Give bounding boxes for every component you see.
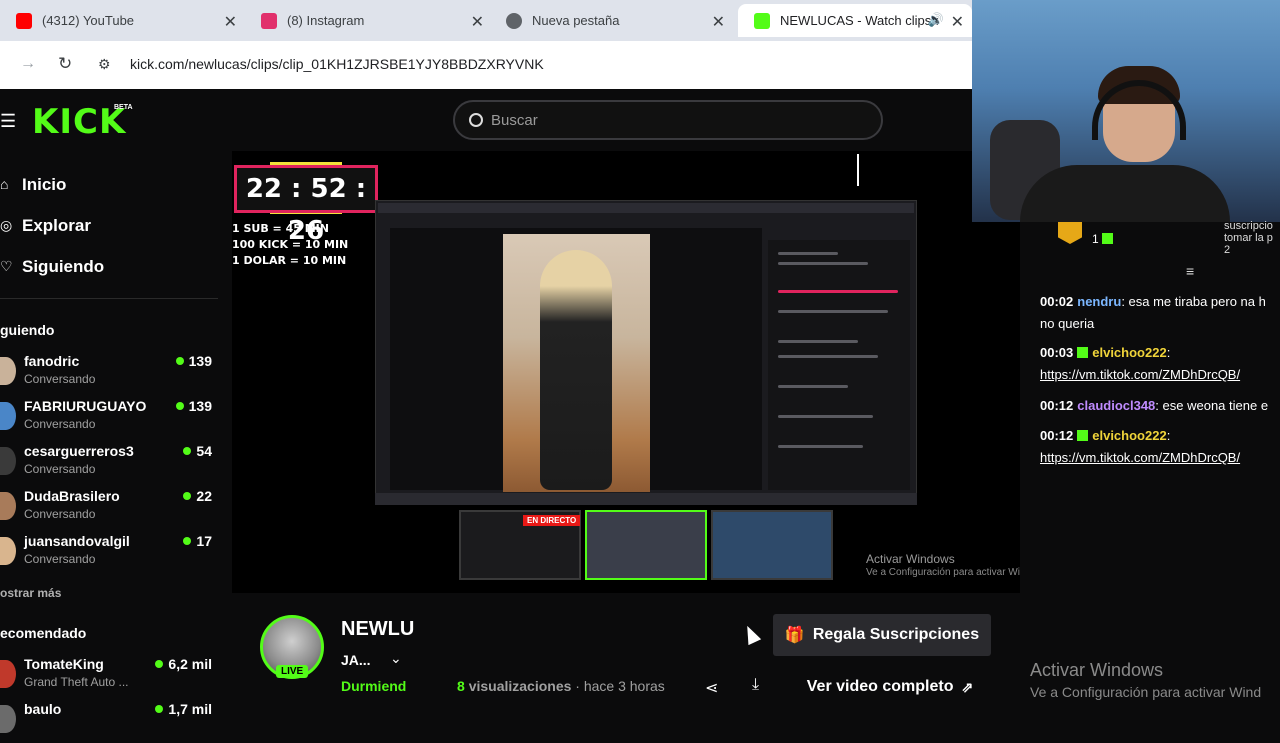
recommended-title: ecomendado <box>0 625 87 641</box>
kick-icon <box>754 12 770 29</box>
sub-badge-icon <box>1077 430 1089 441</box>
home-icon: ⌂ <box>0 176 9 192</box>
watch-full-video-button[interactable]: Ver video completo ⇗ <box>790 668 990 706</box>
mouse-cursor-icon <box>740 622 762 646</box>
compass-icon: ◎ <box>0 217 13 233</box>
windows-watermark-title: Activar Windows <box>1030 660 1164 680</box>
site-settings-icon[interactable]: ⚙ <box>98 56 111 73</box>
sub-badge-icon <box>1077 347 1089 358</box>
sidebar-divider <box>0 298 218 299</box>
screen-taskbar <box>375 493 917 505</box>
camera-thumbnail[interactable] <box>585 510 707 580</box>
webcam-body <box>1020 165 1230 222</box>
video-cursor-line <box>857 154 859 186</box>
chrome-icon <box>506 12 522 29</box>
chat-link[interactable]: https://vm.tiktok.com/ZMDhDrcQB/ <box>1040 450 1240 465</box>
category-link[interactable]: Durmiend <box>341 678 406 694</box>
live-dot-icon <box>175 357 184 365</box>
chat-pin-icon[interactable]: ≡ <box>1186 263 1194 279</box>
tab-new[interactable]: Nueva pestaña ✕ <box>490 4 733 37</box>
live-dot-icon <box>183 537 192 545</box>
video-person <box>540 250 612 490</box>
youtube-icon <box>16 12 32 29</box>
chat-link[interactable]: https://vm.tiktok.com/ZMDhDrcQB/ <box>1040 367 1240 382</box>
sidebar-channel-fabriuruguayo[interactable]: FABRIURUGUAYO Conversando 139 <box>0 398 220 440</box>
video-watermark-title: Activar Windows <box>866 552 955 566</box>
chat-message: 00:02 nendru: esa me tiraba pero na h no q… <box>1040 294 1266 331</box>
close-tab-icon[interactable]: ✕ <box>224 12 237 32</box>
video-watermark-sub: Ve a Configuración para activar Wind <box>866 567 1032 578</box>
live-badge: LIVE <box>276 665 309 678</box>
sidebar-channel-cesarguerreros3[interactable]: cesarguerreros3 Conversando 54 <box>0 443 220 485</box>
kick-logo[interactable]: KICK <box>32 102 126 142</box>
url-field[interactable]: kick.com/newlucas/clips/clip_01KH1ZJRSBE… <box>130 56 544 72</box>
nav-home[interactable]: Inicio <box>22 175 66 195</box>
search-input[interactable]: Buscar <box>453 100 883 140</box>
close-tab-icon[interactable]: ✕ <box>712 12 725 32</box>
external-link-icon: ⇗ <box>961 678 974 695</box>
nav-following[interactable]: Siguiendo <box>22 257 104 277</box>
clip-meta: 8 visualizaciones · hace 3 horas <box>457 678 665 694</box>
chat-message: 00:12 elvichoo222: https://vm.tiktok.com/Z… <box>1040 428 1241 465</box>
speaker-icon[interactable]: 🔊 <box>928 12 944 28</box>
avatar <box>0 660 16 688</box>
sub-badge-icon <box>1102 233 1114 244</box>
instagram-icon <box>261 12 277 29</box>
avatar <box>0 492 16 520</box>
show-more-link[interactable]: ostrar más <box>0 586 61 600</box>
channel-name[interactable]: NEWLU <box>341 618 414 641</box>
close-tab-icon[interactable]: ✕ <box>471 12 484 32</box>
gift-icon: 🎁 <box>784 627 805 644</box>
tab-youtube[interactable]: (4312) YouTube ✕ <box>0 4 245 37</box>
live-badge: EN DIRECTO <box>523 515 581 526</box>
sidebar-channel-dudabrasilero[interactable]: DudaBrasilero Conversando 22 <box>0 488 220 530</box>
sidebar-channel-juansandovalgil[interactable]: juansandovalgil Conversando 17 <box>0 533 220 575</box>
download-icon[interactable]: ⤓ <box>752 676 759 694</box>
clip-title: JA... <box>341 652 371 668</box>
tab-kick[interactable]: NEWLUCAS - Watch clips o 🔊 ✕ <box>738 4 972 37</box>
sidebar-channel-tomateking[interactable]: TomateKing Grand Theft Auto ... 6,2 mil <box>0 656 220 698</box>
heart-icon: ♡ <box>0 258 13 274</box>
gift-subs-button[interactable]: 🎁 Regala Suscripciones <box>773 614 991 656</box>
camera-thumbnail[interactable] <box>711 510 833 580</box>
avatar <box>0 357 16 385</box>
share-icon[interactable]: ⋖ <box>705 678 718 698</box>
sidebar-channel-fanodric[interactable]: fanodric Conversando 139 <box>0 353 220 395</box>
live-dot-icon <box>155 705 164 713</box>
avatar <box>0 705 16 733</box>
search-icon <box>469 113 483 127</box>
sidebar-channel-baulo[interactable]: baulo 1,7 mil <box>0 701 220 743</box>
chat-message: 00:12 claudiocl348: ese weona tiene e <box>1040 398 1269 413</box>
avatar <box>0 537 16 565</box>
rule-line: 100 KICK = 10 MIN <box>232 238 349 251</box>
live-dot-icon <box>155 660 164 668</box>
forward-icon[interactable]: → <box>20 55 36 73</box>
subathon-timer: 22 : 52 : 26 <box>234 165 378 246</box>
reload-icon[interactable]: ↻ <box>58 54 72 74</box>
rule-line: 1 DOLAR = 10 MIN <box>232 254 347 267</box>
close-tab-icon[interactable]: ✕ <box>951 12 964 32</box>
chevron-down-icon[interactable]: ⌄ <box>390 650 402 667</box>
chat-top-right: suscripcio tomar la p2 <box>1224 220 1273 256</box>
live-dot-icon <box>183 492 192 500</box>
chat-message: 00:03 elvichoo222: https://vm.tiktok.com/Z… <box>1040 345 1241 382</box>
avatar <box>0 402 16 430</box>
windows-watermark-sub: Ve a Configuración para activar Wind <box>1030 684 1262 700</box>
screen-tabbar <box>378 203 914 213</box>
tab-instagram[interactable]: (8) Instagram ✕ <box>245 4 492 37</box>
live-dot-icon <box>175 402 184 410</box>
avatar <box>0 447 16 475</box>
following-title: guiendo <box>0 322 55 338</box>
menu-icon[interactable]: ☰ <box>0 111 16 132</box>
live-dot-icon <box>183 447 192 455</box>
comment-pane <box>768 240 910 490</box>
beta-badge: BETA <box>114 104 133 111</box>
nav-explore[interactable]: Explorar <box>22 216 91 236</box>
rule-line: 1 SUB = 45 MIN <box>232 222 329 235</box>
